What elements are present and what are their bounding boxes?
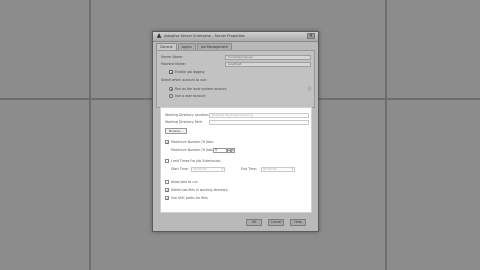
start-time-select[interactable]: 00:00:00 ▾ xyxy=(191,167,225,172)
title-bar[interactable]: ▲ Adaptive Server Enterprise - Server Pr… xyxy=(153,32,318,42)
max-jobs-stepper[interactable]: 5 xyxy=(213,148,227,153)
working-dir-location-label: Working Directory Location: xyxy=(165,113,210,117)
tab-job-management[interactable]: Job Management xyxy=(196,43,232,50)
working-dir-location-field[interactable]: (Default Working Directory) xyxy=(209,113,309,118)
cancel-button[interactable]: Cancel xyxy=(268,219,284,226)
info-icon[interactable]: ⓘ xyxy=(307,86,312,91)
tab-general[interactable]: General xyxy=(156,43,177,50)
use-unc-checkbox[interactable]: ✓ xyxy=(165,196,169,201)
job-options-panel: Working Directory Location: (Default Wor… xyxy=(160,107,312,213)
tab-strip: General Logins Job Management xyxy=(156,43,232,50)
start-time-value: 00:00:00 xyxy=(193,167,207,171)
help-button[interactable]: Help xyxy=(290,219,306,226)
enable-logging-label: Enable job logging xyxy=(175,69,205,74)
working-dir-path-label: Working Directory Path: xyxy=(165,120,203,124)
machine-name-label: Machine Name: xyxy=(161,62,186,66)
tab-logins[interactable]: Logins xyxy=(177,43,196,50)
delete-files-label: Delete job files in working directory xyxy=(171,187,228,192)
close-icon: × xyxy=(308,33,314,39)
limit-times-label: Limit Times For Job Submission xyxy=(171,158,221,163)
end-time-value: 00:00:00 xyxy=(263,167,277,171)
chevron-down-icon: ▾ xyxy=(291,167,293,171)
server-name-field[interactable]: Unnamed server xyxy=(225,55,311,60)
close-button[interactable]: × xyxy=(307,33,315,39)
delete-files-checkbox[interactable]: ✓ xyxy=(165,188,169,193)
end-time-label: End Time: xyxy=(241,166,257,171)
radio-user-account-label: Use a user account xyxy=(175,93,206,98)
spin-down-icon[interactable]: ▾ xyxy=(231,148,235,153)
end-time-select[interactable]: 00:00:00 ▾ xyxy=(261,167,295,172)
ok-button[interactable]: OK xyxy=(246,219,262,226)
use-unc-label: Use UNC paths for files xyxy=(171,195,208,200)
allow-jobs-checkbox[interactable] xyxy=(165,180,169,184)
start-time-label: Start Time: xyxy=(171,166,189,171)
allow-jobs-label: Allow jobs to run xyxy=(171,179,198,184)
working-dir-path-field[interactable] xyxy=(209,120,309,125)
server-name-label: Server Name: xyxy=(161,55,183,59)
grid-line-vertical-left xyxy=(89,0,91,270)
machine-name-field[interactable]: localhost xyxy=(225,62,311,67)
dialog-title: Adaptive Server Enterprise - Server Prop… xyxy=(164,34,245,38)
app-logo-icon: ▲ xyxy=(156,32,162,39)
max-jobs-label: Maximum Number Of Jobs: xyxy=(171,147,214,152)
account-section-label: Select which account to use: xyxy=(161,78,207,82)
enable-logging-checkbox[interactable]: ✓ xyxy=(169,70,173,75)
radio-local-system[interactable] xyxy=(169,87,173,91)
browse-button[interactable]: Browse... xyxy=(165,128,187,134)
max-jobs-checkbox-label: Maximum Number Of Jobs: xyxy=(171,139,214,144)
max-jobs-checkbox[interactable]: ✓ xyxy=(165,140,169,145)
limit-times-checkbox[interactable] xyxy=(165,159,169,163)
radio-user-account[interactable] xyxy=(169,94,173,98)
chevron-down-icon: ▾ xyxy=(221,167,223,171)
radio-local-system-label: Run as the local system account xyxy=(175,86,227,91)
general-settings-panel: Server Name: Unnamed server Machine Name… xyxy=(156,50,315,108)
grid-line-vertical-right xyxy=(385,0,387,270)
